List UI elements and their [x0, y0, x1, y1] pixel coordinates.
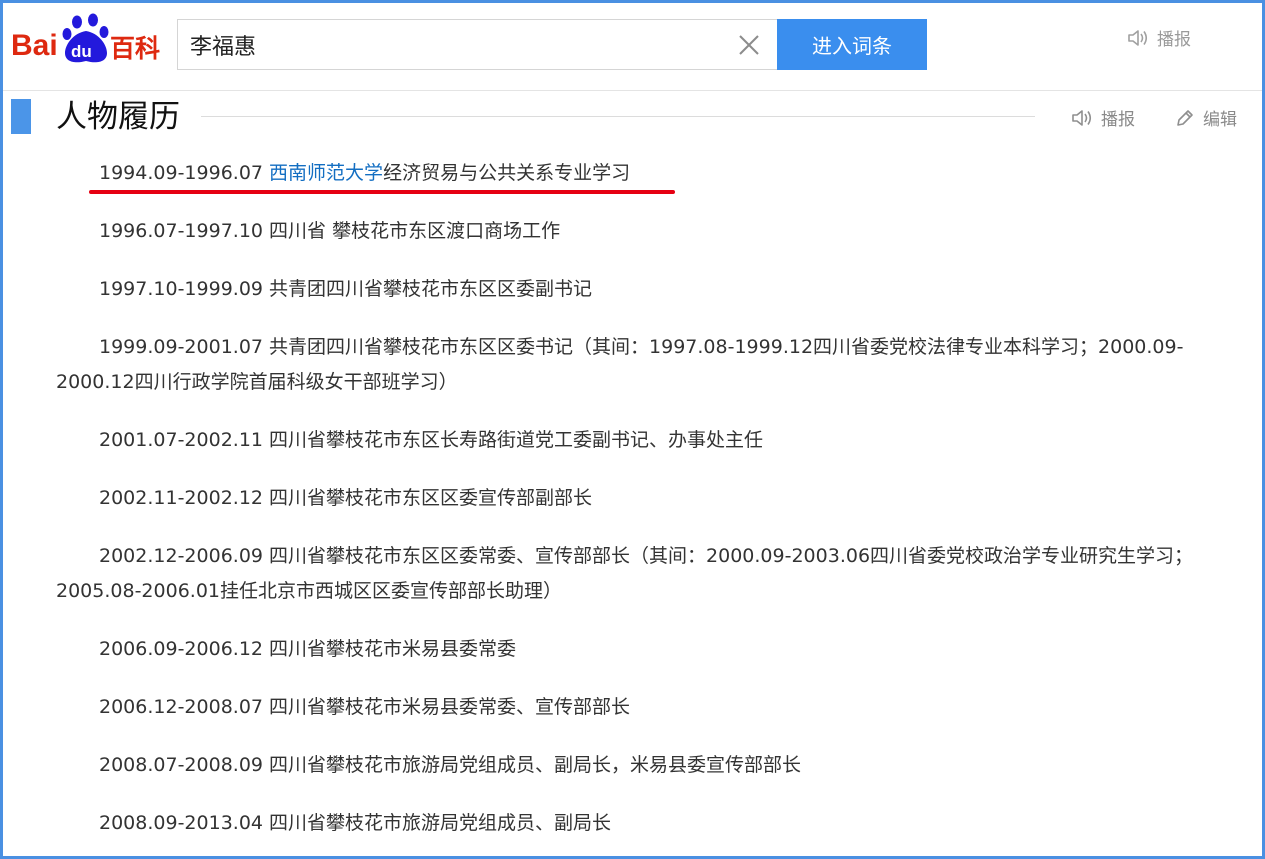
- career-entry: 2008.09-2013.04 四川省攀枝花市旅游局党组成员、副局长: [99, 812, 612, 834]
- speaker-icon: [1072, 109, 1092, 126]
- search-box: [177, 19, 779, 70]
- section-title: 人物履历: [56, 99, 180, 135]
- career-entry: 2002.11-2002.12 四川省攀枝花市东区区委宣传部副部长: [99, 487, 593, 509]
- baidu-baike-logo[interactable]: Bai du 百科: [9, 11, 165, 67]
- logo-baike-text: 百科: [110, 34, 160, 63]
- highlight-underline: [89, 190, 675, 194]
- section-edit-label: 编辑: [1203, 110, 1237, 130]
- section-marker: [11, 99, 31, 134]
- section-divider: [201, 116, 1035, 117]
- career-entry: 2008.07-2008.09 四川省攀枝花市旅游局党组成员、副局长，米易县委宣…: [99, 754, 802, 776]
- pencil-icon: [1177, 109, 1193, 126]
- university-link[interactable]: 西南师范大学: [269, 162, 383, 184]
- career-entry: 2006.12-2008.07 四川省攀枝花市米易县委常委、宣传部部长: [99, 696, 631, 718]
- career-entry: 1996.07-1997.10 四川省 攀枝花市东区渡口商场工作: [99, 220, 561, 242]
- logo-du-text: du: [71, 42, 92, 61]
- career-entry: 2002.12-2006.09 四川省攀枝花市东区区委常委、宣传部部长（其间：2…: [56, 545, 1194, 602]
- entry-date-range: 1994.09-1996.07: [99, 162, 270, 184]
- section-broadcast-button[interactable]: 播报: [1071, 105, 1135, 130]
- career-list: 1994.09-1996.07 西南师范大学经济贸易与公共关系专业学习 1996…: [56, 156, 1241, 856]
- logo-bai-text: Bai: [11, 29, 58, 62]
- career-entry: 1994.09-1996.07 西南师范大学经济贸易与公共关系专业学习: [56, 156, 1241, 194]
- section-edit-button[interactable]: 编辑: [1175, 105, 1237, 130]
- section-broadcast-label: 播报: [1101, 110, 1135, 130]
- clear-icon[interactable]: [736, 32, 762, 58]
- top-broadcast-button[interactable]: 播报: [1127, 25, 1191, 50]
- page-frame: Bai du 百科 进入词条: [0, 0, 1265, 859]
- entry-description: 经济贸易与公共关系专业学习: [383, 162, 631, 184]
- top-bar: Bai du 百科 进入词条: [3, 3, 1262, 91]
- speaker-icon: [1128, 29, 1148, 46]
- career-entry: 1999.09-2001.07 共青团四川省攀枝花市东区区委书记（其间：1997…: [56, 336, 1184, 393]
- career-entry: 2001.07-2002.11 四川省攀枝花市东区长寿路街道党工委副书记、办事处…: [99, 429, 764, 451]
- career-entry: 1997.10-1999.09 共青团四川省攀枝花市东区区委副书记: [99, 278, 593, 300]
- career-entry: 2006.09-2006.12 四川省攀枝花市米易县委常委: [99, 638, 517, 660]
- search-input[interactable]: [178, 20, 718, 69]
- enter-entry-button[interactable]: 进入词条: [777, 19, 927, 70]
- top-broadcast-label: 播报: [1157, 30, 1191, 50]
